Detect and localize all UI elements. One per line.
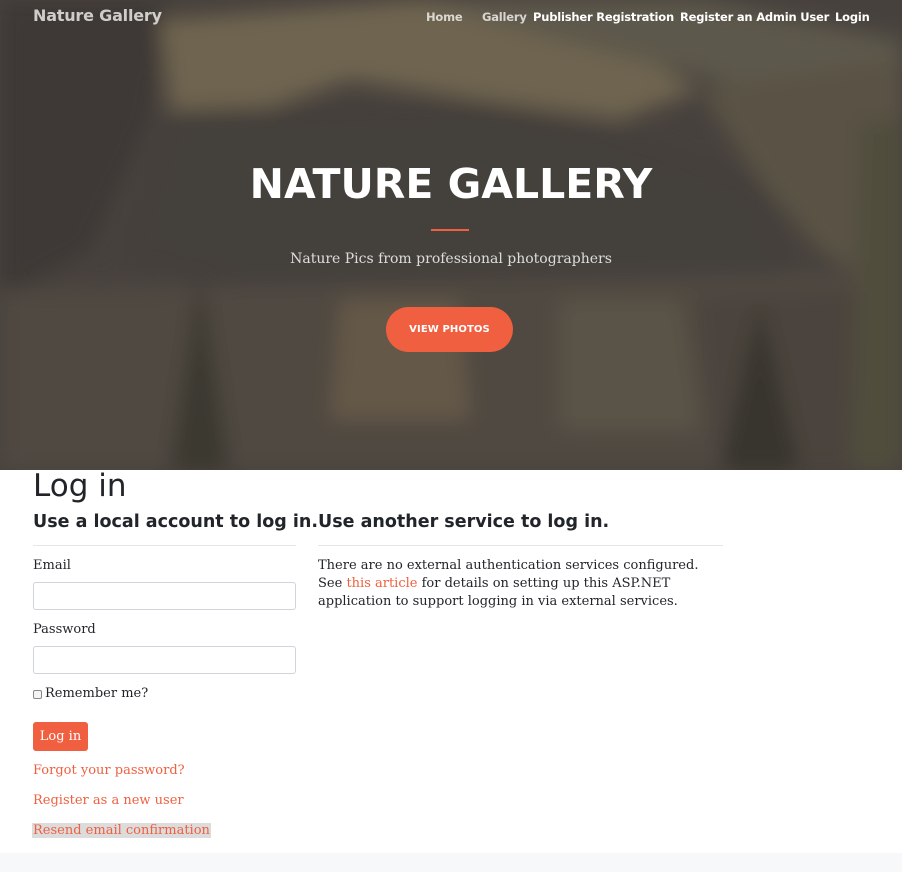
this-article-link[interactable]: this article bbox=[346, 576, 417, 591]
register-new-user-link[interactable]: Register as a new user bbox=[33, 793, 184, 808]
nav-item-home[interactable]: Home bbox=[426, 10, 463, 24]
brand-link[interactable]: Nature Gallery bbox=[33, 6, 162, 25]
email-field[interactable] bbox=[33, 582, 296, 610]
hero-section: Nature Gallery Home Gallery Publisher Re… bbox=[0, 0, 902, 470]
remember-me-checkbox[interactable] bbox=[33, 690, 42, 699]
hero-divider bbox=[431, 229, 469, 231]
password-label: Password bbox=[33, 622, 96, 637]
divider bbox=[318, 545, 723, 546]
external-login-heading: Use another service to log in. bbox=[318, 512, 610, 532]
divider bbox=[33, 545, 296, 546]
view-photos-button[interactable]: VIEW PHOTOS bbox=[386, 307, 513, 352]
footer-strip bbox=[0, 853, 902, 872]
top-navbar: Nature Gallery Home Gallery Publisher Re… bbox=[0, 0, 902, 34]
password-field[interactable] bbox=[33, 646, 296, 674]
nav-item-publisher-registration[interactable]: Publisher Registration bbox=[533, 10, 674, 24]
log-in-button[interactable]: Log in bbox=[33, 722, 88, 751]
forgot-password-link[interactable]: Forgot your password? bbox=[33, 763, 185, 778]
nav-item-login[interactable]: Login bbox=[835, 10, 870, 24]
nav-item-gallery[interactable]: Gallery bbox=[482, 10, 527, 24]
external-login-message: There are no external authentication ser… bbox=[318, 557, 723, 611]
hero-title: NATURE GALLERY bbox=[249, 160, 653, 208]
page-title: Log in bbox=[33, 468, 127, 504]
resend-email-confirmation-link[interactable]: Resend email confirmation bbox=[32, 823, 211, 838]
email-label: Email bbox=[33, 558, 71, 573]
hero-subtitle: Nature Pics from professional photograph… bbox=[290, 251, 612, 267]
hero-overlay bbox=[0, 0, 902, 470]
remember-me-label[interactable]: Remember me? bbox=[45, 686, 148, 701]
nav-item-register-admin[interactable]: Register an Admin User bbox=[680, 10, 829, 24]
local-account-heading: Use a local account to log in. bbox=[33, 512, 318, 532]
